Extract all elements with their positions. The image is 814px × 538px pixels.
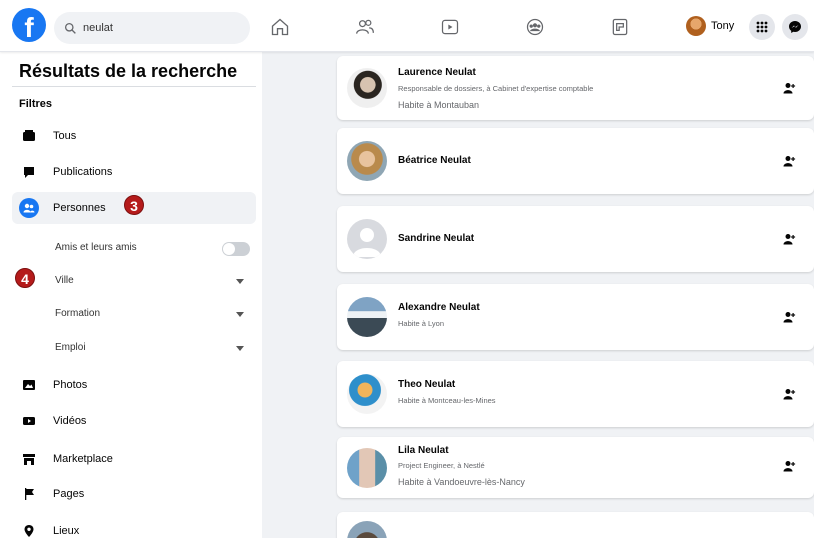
result-card[interactable]: Sandrine Neulat <box>337 206 814 272</box>
filters-heading: Filtres <box>19 98 53 110</box>
result-card[interactable]: Lila Neulat Project Engineer, à Nestlé H… <box>337 437 814 498</box>
sidebar-item-pages[interactable]: Pages <box>12 478 256 510</box>
result-card[interactable] <box>337 512 814 538</box>
result-name[interactable]: Theo Neulat <box>398 379 455 390</box>
sidebar: Résultats de la recherche Filtres Tous P… <box>0 52 262 538</box>
add-friend-icon[interactable] <box>778 77 800 99</box>
posts-icon <box>19 126 39 146</box>
user-name: Tony <box>711 20 735 32</box>
avatar <box>347 68 387 108</box>
result-card[interactable]: Theo Neulat Habite à Montceau-les-Mines <box>337 361 814 427</box>
job-filter[interactable]: Emploi <box>55 342 86 353</box>
top-bar: f Tony <box>0 0 814 52</box>
chevron-down-icon[interactable] <box>236 312 244 317</box>
video-icon <box>19 411 39 431</box>
divider <box>12 86 256 87</box>
add-friend-icon[interactable] <box>778 228 800 250</box>
city-filter[interactable]: Ville <box>55 275 74 286</box>
result-subtitle: Responsable de dossiers, à Cabinet d'exp… <box>398 84 594 93</box>
sidebar-item-label: Tous <box>53 130 77 142</box>
avatar <box>347 219 387 259</box>
result-card[interactable]: Béatrice Neulat <box>337 128 814 194</box>
sidebar-item-videos[interactable]: Vidéos <box>12 405 256 437</box>
sidebar-item-places[interactable]: Lieux <box>12 515 256 538</box>
result-subtitle: Habite à Montceau-les-Mines <box>398 396 496 405</box>
shop-icon <box>19 449 39 469</box>
result-location: Habite à Vandoeuvre-lès-Nancy <box>398 477 525 487</box>
sidebar-item-label: Photos <box>53 379 88 391</box>
result-name[interactable]: Laurence Neulat <box>398 67 476 78</box>
sidebar-item-marketplace[interactable]: Marketplace <box>12 443 256 475</box>
sidebar-item-label: Pages <box>53 488 85 500</box>
result-name[interactable]: Sandrine Neulat <box>398 233 474 244</box>
education-filter[interactable]: Formation <box>55 308 100 319</box>
result-name[interactable]: Béatrice Neulat <box>398 155 471 166</box>
menu-grid-icon[interactable] <box>749 14 775 40</box>
add-friend-icon[interactable] <box>778 455 800 477</box>
sidebar-item-label: Publications <box>53 166 113 178</box>
facebook-logo-icon[interactable]: f <box>12 8 46 42</box>
result-card[interactable]: Alexandre Neulat Habite à Lyon <box>337 284 814 350</box>
photo-icon <box>19 375 39 395</box>
groups-icon[interactable] <box>524 16 546 38</box>
avatar <box>347 374 387 414</box>
friends-filter-toggle[interactable] <box>222 242 250 256</box>
friends-icon[interactable] <box>354 16 376 38</box>
people-icon <box>19 198 39 218</box>
sidebar-item-photos[interactable]: Photos <box>12 369 256 401</box>
avatar <box>347 297 387 337</box>
avatar <box>686 16 706 36</box>
results-panel: Laurence Neulat Responsable de dossiers,… <box>262 52 814 538</box>
sidebar-item-posts[interactable]: Publications <box>12 156 256 188</box>
add-friend-icon[interactable] <box>778 306 800 328</box>
avatar <box>347 521 387 538</box>
friends-filter-label: Amis et leurs amis <box>55 242 137 253</box>
add-friend-icon[interactable] <box>778 150 800 172</box>
sidebar-item-all[interactable]: Tous <box>12 120 256 152</box>
page-title: Résultats de la recherche <box>19 61 238 81</box>
result-name[interactable]: Lila Neulat <box>398 445 449 456</box>
avatar <box>347 448 387 488</box>
gaming-icon[interactable] <box>609 16 631 38</box>
chat-icon <box>19 162 39 182</box>
chevron-down-icon[interactable] <box>236 346 244 351</box>
flag-icon <box>19 484 39 504</box>
result-location: Habite à Montauban <box>398 100 480 110</box>
result-name[interactable]: Alexandre Neulat <box>398 302 480 313</box>
sidebar-item-label: Personnes <box>53 202 106 214</box>
search-input[interactable] <box>83 22 233 34</box>
sidebar-item-label: Vidéos <box>53 415 87 427</box>
sidebar-item-label: Marketplace <box>53 453 113 465</box>
profile-button[interactable]: Tony <box>686 16 734 36</box>
watch-icon[interactable] <box>439 16 461 38</box>
add-friend-icon[interactable] <box>778 383 800 405</box>
chevron-down-icon[interactable] <box>236 279 244 284</box>
result-subtitle: Project Engineer, à Nestlé <box>398 461 485 470</box>
pin-icon <box>19 521 39 538</box>
result-card[interactable]: Laurence Neulat Responsable de dossiers,… <box>337 56 814 120</box>
annotation-badge-3: 3 <box>124 195 144 215</box>
sidebar-item-label: Lieux <box>53 525 80 537</box>
annotation-badge-4: 4 <box>15 268 35 288</box>
search-box[interactable] <box>54 12 250 44</box>
messenger-icon[interactable] <box>782 14 808 40</box>
result-subtitle: Habite à Lyon <box>398 319 445 328</box>
search-icon <box>64 22 76 34</box>
avatar <box>347 141 387 181</box>
home-icon[interactable] <box>269 16 291 38</box>
default-avatar-icon <box>353 228 381 257</box>
